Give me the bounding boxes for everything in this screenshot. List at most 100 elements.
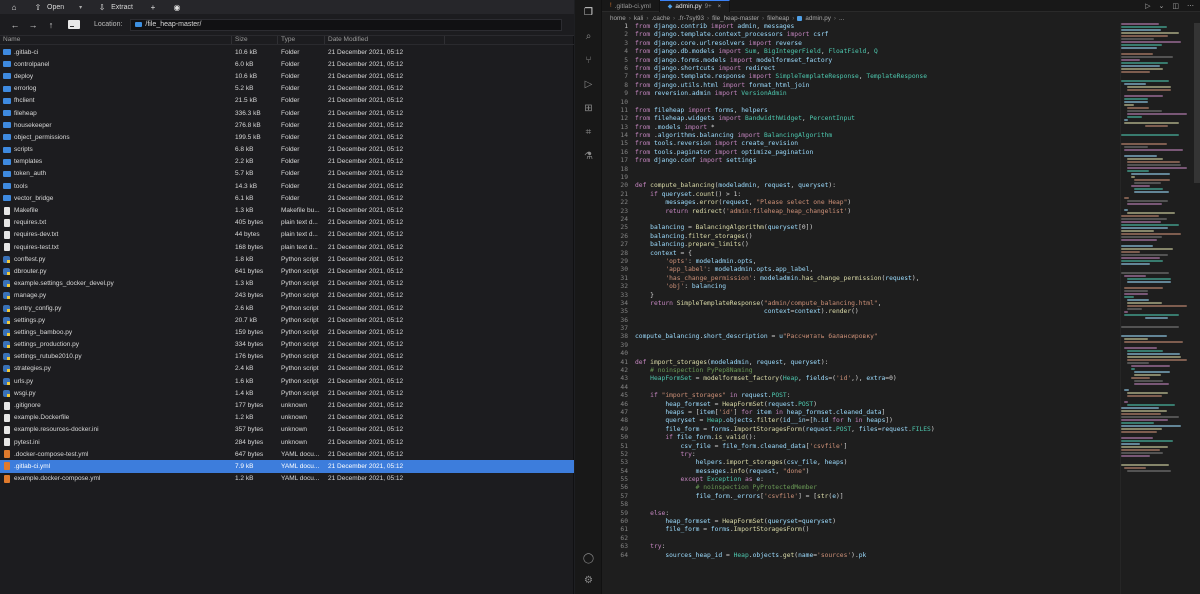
editor-tab[interactable]: ◆ admin.py 9+ ×: [659, 0, 731, 12]
code-line[interactable]: file_form = forms.ImportStoragesForm(req…: [635, 426, 1075, 434]
forward-arrow-icon[interactable]: →: [24, 20, 42, 30]
code-line[interactable]: compute_balancing.short_description = u"…: [635, 333, 1075, 341]
code-line[interactable]: 'opts': modeladmin.opts,: [635, 258, 1075, 266]
run-icon[interactable]: ▷: [1145, 2, 1150, 10]
add-files-button[interactable]: +: [143, 3, 163, 12]
code-line[interactable]: else:: [635, 510, 1075, 518]
code-line[interactable]: context=context).render(): [635, 308, 1075, 316]
breadcrumb-item[interactable]: .cache: [651, 15, 670, 22]
settings-gear-icon[interactable]: ⚙: [581, 574, 596, 588]
breadcrumb-item[interactable]: ...: [839, 15, 844, 22]
code-line[interactable]: # noinspection PyPep8Naming: [635, 367, 1075, 375]
chevron-down-icon[interactable]: ▾: [79, 4, 82, 11]
archive-properties-button[interactable]: ◉: [167, 3, 187, 12]
code-line[interactable]: context = {: [635, 250, 1075, 258]
code-line[interactable]: messages.error(request, "Please select o…: [635, 199, 1075, 207]
file-row[interactable]: example.resources-docker.ini 357 bytes unk…: [0, 424, 574, 436]
file-row[interactable]: manage.py 243 bytes Python script 21 Decemb…: [0, 290, 574, 302]
file-row[interactable]: conftest.py 1.8 kB Python script 21 Decembe…: [0, 253, 574, 265]
search-icon[interactable]: ⌕: [581, 30, 596, 44]
code-line[interactable]: from django.db.models import Sum, BigInt…: [635, 48, 1075, 56]
open-button[interactable]: ⇧ Open ▾: [28, 3, 88, 12]
chevron-down-icon[interactable]: ⌄: [1159, 2, 1165, 10]
code-line[interactable]: if queryset.count() > 1:: [635, 191, 1075, 199]
code-line[interactable]: # noinspection PyProtectedMember: [635, 484, 1075, 492]
code-line[interactable]: [635, 350, 1075, 358]
location-path-field[interactable]: /file_heap-master/: [130, 18, 563, 31]
file-row[interactable]: urls.py 1.6 kB Python script 21 December 20…: [0, 375, 574, 387]
close-icon[interactable]: ×: [718, 4, 722, 10]
code-line[interactable]: from .models import *: [635, 124, 1075, 132]
breadcrumb-item[interactable]: home: [610, 15, 626, 22]
file-row[interactable]: .gitlab-ci 10.6 kB Folder 21 December 2021,…: [0, 46, 574, 58]
breadcrumb-item[interactable]: fileheap: [767, 15, 789, 22]
back-arrow-icon[interactable]: ←: [6, 20, 24, 30]
file-row[interactable]: settings_production.py 334 bytes Python sc…: [0, 339, 574, 351]
file-row[interactable]: tools 14.3 kB Folder 21 December 2021, 05:1…: [0, 180, 574, 192]
code-line[interactable]: from django.forms.models import modelfor…: [635, 57, 1075, 65]
code-line[interactable]: except Exception as e:: [635, 476, 1075, 484]
code-line[interactable]: return SimpleTemplateResponse("admin/com…: [635, 300, 1075, 308]
code-line[interactable]: heap_formset = HeapFormSet(queryset=quer…: [635, 518, 1075, 526]
file-row[interactable]: housekeeper 276.8 kB Folder 21 December 202…: [0, 119, 574, 131]
file-row[interactable]: object_permissions 199.5 kB Folder 21 Decem…: [0, 131, 574, 143]
file-row[interactable]: settings_bamboo.py 159 bytes Python script…: [0, 326, 574, 338]
code-line[interactable]: from django.shortcuts import redirect: [635, 65, 1075, 73]
column-date-modified[interactable]: Date Modified: [325, 36, 445, 44]
code-line[interactable]: if "import_storages" in request.POST:: [635, 392, 1075, 400]
code-line[interactable]: if file_form.is_valid():: [635, 434, 1075, 442]
code-line[interactable]: from tools.paginator import optimize_pag…: [635, 149, 1075, 157]
breadcrumb-item[interactable]: kali: [634, 15, 643, 22]
code-line[interactable]: [635, 166, 1075, 174]
code-line[interactable]: file_form = forms.ImportStoragesForm(): [635, 526, 1075, 534]
file-row[interactable]: .gitignore 177 bytes unknown 21 December 20…: [0, 399, 574, 411]
code-line[interactable]: balancing.filter_storages(): [635, 233, 1075, 241]
file-row[interactable]: vector_bridge 6.1 kB Folder 21 December 202…: [0, 192, 574, 204]
breadcrumb-item[interactable]: .fr-7syl93: [678, 15, 704, 22]
code-line[interactable]: sources_heap_id = Heap.objects.get(name=…: [635, 552, 1075, 560]
column-size[interactable]: Size: [232, 36, 278, 44]
code-line[interactable]: from reversion.admin import VersionAdmin: [635, 90, 1075, 98]
code-line[interactable]: from .algorithms.balancing import Balanc…: [635, 132, 1075, 140]
code-line[interactable]: from django.core.urlresolvers import rev…: [635, 40, 1075, 48]
file-row[interactable]: templates 2.2 kB Folder 21 December 2021, 0…: [0, 156, 574, 168]
file-row[interactable]: requires-dev.txt 44 bytes plain text d... 2…: [0, 229, 574, 241]
file-row[interactable]: pytest.ini 284 bytes unknown 21 December 20…: [0, 436, 574, 448]
code-line[interactable]: try:: [635, 543, 1075, 551]
account-icon[interactable]: ◯: [581, 552, 596, 566]
run-debug-icon[interactable]: ▷: [581, 78, 596, 92]
file-row[interactable]: settings_rutube2010.py 176 bytes Python sc…: [0, 351, 574, 363]
drive-icon[interactable]: [68, 20, 80, 29]
code-line[interactable]: [635, 216, 1075, 224]
code-line[interactable]: csv_file = file_form.cleaned_data['csvfi…: [635, 443, 1075, 451]
file-row[interactable]: example.settings_docker_devel.py 1.3 kB Py…: [0, 278, 574, 290]
file-row[interactable]: settings.py 20.7 kB Python script 21 Decemb…: [0, 314, 574, 326]
column-type[interactable]: Type: [278, 36, 325, 44]
code-line[interactable]: from django.template.response import Sim…: [635, 73, 1075, 81]
file-row[interactable]: wsgi.py 1.4 kB Python script 21 December 20…: [0, 387, 574, 399]
code-line[interactable]: from tools.reversion import create_revis…: [635, 140, 1075, 148]
breadcrumb-item[interactable]: file_heap-master: [712, 15, 759, 22]
file-row[interactable]: .docker-compose-test.yml 647 bytes YAML do…: [0, 448, 574, 460]
code-line[interactable]: queryset = Heap.objects.filter(id__in=[h…: [635, 417, 1075, 425]
code-line[interactable]: balancing.prepare_limits(): [635, 241, 1075, 249]
code-line[interactable]: [635, 342, 1075, 350]
extensions-icon[interactable]: ⊞: [581, 102, 596, 116]
code-line[interactable]: [635, 99, 1075, 107]
code-line[interactable]: file_form._errors['csvfile'] = [str(e)]: [635, 493, 1075, 501]
code-line[interactable]: heaps = [item['id'] for item in heap_for…: [635, 409, 1075, 417]
code-line[interactable]: try:: [635, 451, 1075, 459]
file-row[interactable]: example.Dockerfile 1.2 kB unknown 21 Decemb…: [0, 412, 574, 424]
code-line[interactable]: [635, 174, 1075, 182]
more-actions-icon[interactable]: ⋯: [1187, 2, 1194, 10]
file-row[interactable]: fhclient 21.5 kB Folder 21 December 2021, 0…: [0, 95, 574, 107]
file-row[interactable]: token_auth 5.7 kB Folder 21 December 2021, …: [0, 168, 574, 180]
code-line[interactable]: [635, 501, 1075, 509]
up-arrow-icon[interactable]: ↑: [42, 20, 60, 30]
file-row[interactable]: controlpanel 6.0 kB Folder 21 December 2021…: [0, 58, 574, 70]
vertical-scrollbar[interactable]: [1194, 23, 1200, 183]
column-name[interactable]: Name: [0, 36, 232, 44]
code-line[interactable]: [635, 317, 1075, 325]
code-line[interactable]: HeapFormSet = modelformset_factory(Heap,…: [635, 375, 1075, 383]
testing-icon[interactable]: ⚗: [581, 150, 596, 164]
